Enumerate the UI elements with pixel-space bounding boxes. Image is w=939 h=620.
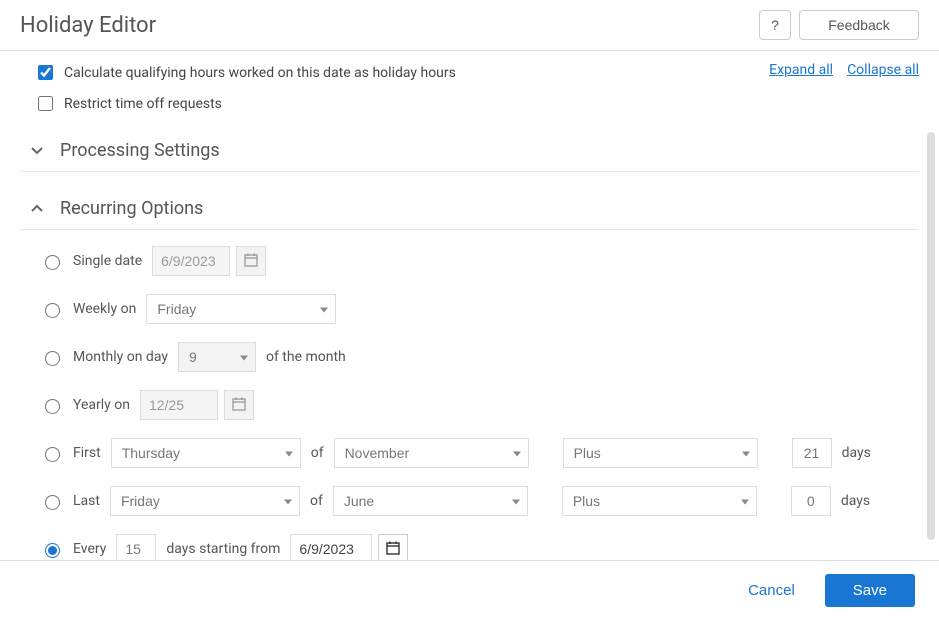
monthly-day-wrap: 9 <box>178 342 256 372</box>
weekly-label: Weekly on <box>73 301 136 317</box>
cancel-button[interactable]: Cancel <box>742 581 801 600</box>
expand-collapse-links: Expand all Collapse all <box>769 62 919 78</box>
single-date-calendar-button[interactable] <box>236 246 266 276</box>
page-title: Holiday Editor <box>20 13 156 38</box>
feedback-button[interactable]: Feedback <box>799 10 919 40</box>
last-plus-wrap: Plus <box>562 486 757 516</box>
restrict-row: Restrict time off requests <box>34 93 456 114</box>
first-plus-select[interactable]: Plus <box>563 438 758 468</box>
weekly-select-wrap: Friday <box>146 294 336 324</box>
first-dow-select[interactable]: Thursday <box>111 438 301 468</box>
save-button[interactable]: Save <box>825 574 915 607</box>
first-label: First <box>73 445 101 461</box>
monthly-row: Monthly on day 9 of the month <box>40 342 919 372</box>
first-dow-wrap: Thursday <box>111 438 301 468</box>
every-n-input[interactable] <box>116 534 156 560</box>
recurring-section: Recurring Options Single date Weekly on <box>20 190 919 560</box>
recurring-body: Single date Weekly on Friday <box>20 230 919 560</box>
chevron-down-icon <box>28 142 46 160</box>
calendar-icon <box>385 540 401 559</box>
every-radio[interactable] <box>45 543 60 558</box>
weekly-row: Weekly on Friday <box>40 294 919 324</box>
last-dow-select[interactable]: Friday <box>110 486 300 516</box>
last-row: Last Friday of June Plus days <box>40 486 919 516</box>
checkbox-group: Calculate qualifying hours worked on thi… <box>34 62 456 114</box>
yearly-radio[interactable] <box>45 399 60 414</box>
weekly-radio[interactable] <box>45 303 60 318</box>
single-date-label: Single date <box>73 253 142 269</box>
last-month-select[interactable]: June <box>333 486 528 516</box>
yearly-date-input[interactable] <box>140 390 218 420</box>
footer: Cancel Save <box>0 560 939 620</box>
last-days-label: days <box>841 493 870 509</box>
scrollbar[interactable] <box>927 132 935 540</box>
last-days-input[interactable] <box>791 486 831 516</box>
first-month-select[interactable]: November <box>334 438 529 468</box>
yearly-calendar-button[interactable] <box>224 390 254 420</box>
chevron-up-icon <box>28 200 46 218</box>
every-row: Every days starting from <box>40 534 919 560</box>
processing-section: Processing Settings <box>20 132 919 172</box>
expand-all-link[interactable]: Expand all <box>769 62 833 78</box>
processing-title: Processing Settings <box>60 140 220 161</box>
monthly-day-select[interactable]: 9 <box>178 342 256 372</box>
calc-hours-row: Calculate qualifying hours worked on thi… <box>34 62 456 83</box>
weekly-day-select[interactable]: Friday <box>146 294 336 324</box>
recurring-header[interactable]: Recurring Options <box>20 190 919 230</box>
help-button[interactable]: ? <box>759 10 791 40</box>
calendar-icon <box>231 396 247 415</box>
last-month-wrap: June <box>333 486 528 516</box>
last-of: of <box>310 493 323 509</box>
header: Holiday Editor ? Feedback <box>0 0 939 51</box>
first-radio[interactable] <box>45 447 60 462</box>
restrict-label: Restrict time off requests <box>64 96 222 112</box>
content-area: Calculate qualifying hours worked on thi… <box>0 48 939 560</box>
calc-hours-checkbox[interactable] <box>38 65 53 80</box>
header-actions: ? Feedback <box>759 10 919 40</box>
collapse-all-link[interactable]: Collapse all <box>847 62 919 78</box>
first-days-input[interactable] <box>792 438 832 468</box>
every-mid: days starting from <box>166 541 280 557</box>
every-label: Every <box>73 541 106 557</box>
every-date-input[interactable] <box>290 534 372 560</box>
single-date-radio[interactable] <box>45 255 60 270</box>
first-month-wrap: November <box>334 438 529 468</box>
single-date-input[interactable] <box>152 246 230 276</box>
every-calendar-button[interactable] <box>378 534 408 560</box>
processing-header[interactable]: Processing Settings <box>20 132 919 172</box>
last-label: Last <box>73 493 100 509</box>
last-plus-select[interactable]: Plus <box>562 486 757 516</box>
recurring-title: Recurring Options <box>60 198 203 219</box>
top-row: Calculate qualifying hours worked on thi… <box>20 48 919 114</box>
first-days-label: days <box>842 445 871 461</box>
calendar-icon <box>243 252 259 271</box>
yearly-label: Yearly on <box>73 397 130 413</box>
monthly-suffix: of the month <box>266 349 346 365</box>
single-date-row: Single date <box>40 246 919 276</box>
last-radio[interactable] <box>45 495 60 510</box>
monthly-label: Monthly on day <box>73 349 168 365</box>
first-plus-wrap: Plus <box>563 438 758 468</box>
calc-hours-label: Calculate qualifying hours worked on thi… <box>64 65 456 81</box>
last-dow-wrap: Friday <box>110 486 300 516</box>
first-of: of <box>311 445 324 461</box>
first-row: First Thursday of November Plus days <box>40 438 919 468</box>
monthly-radio[interactable] <box>45 351 60 366</box>
yearly-row: Yearly on <box>40 390 919 420</box>
restrict-checkbox[interactable] <box>38 96 53 111</box>
